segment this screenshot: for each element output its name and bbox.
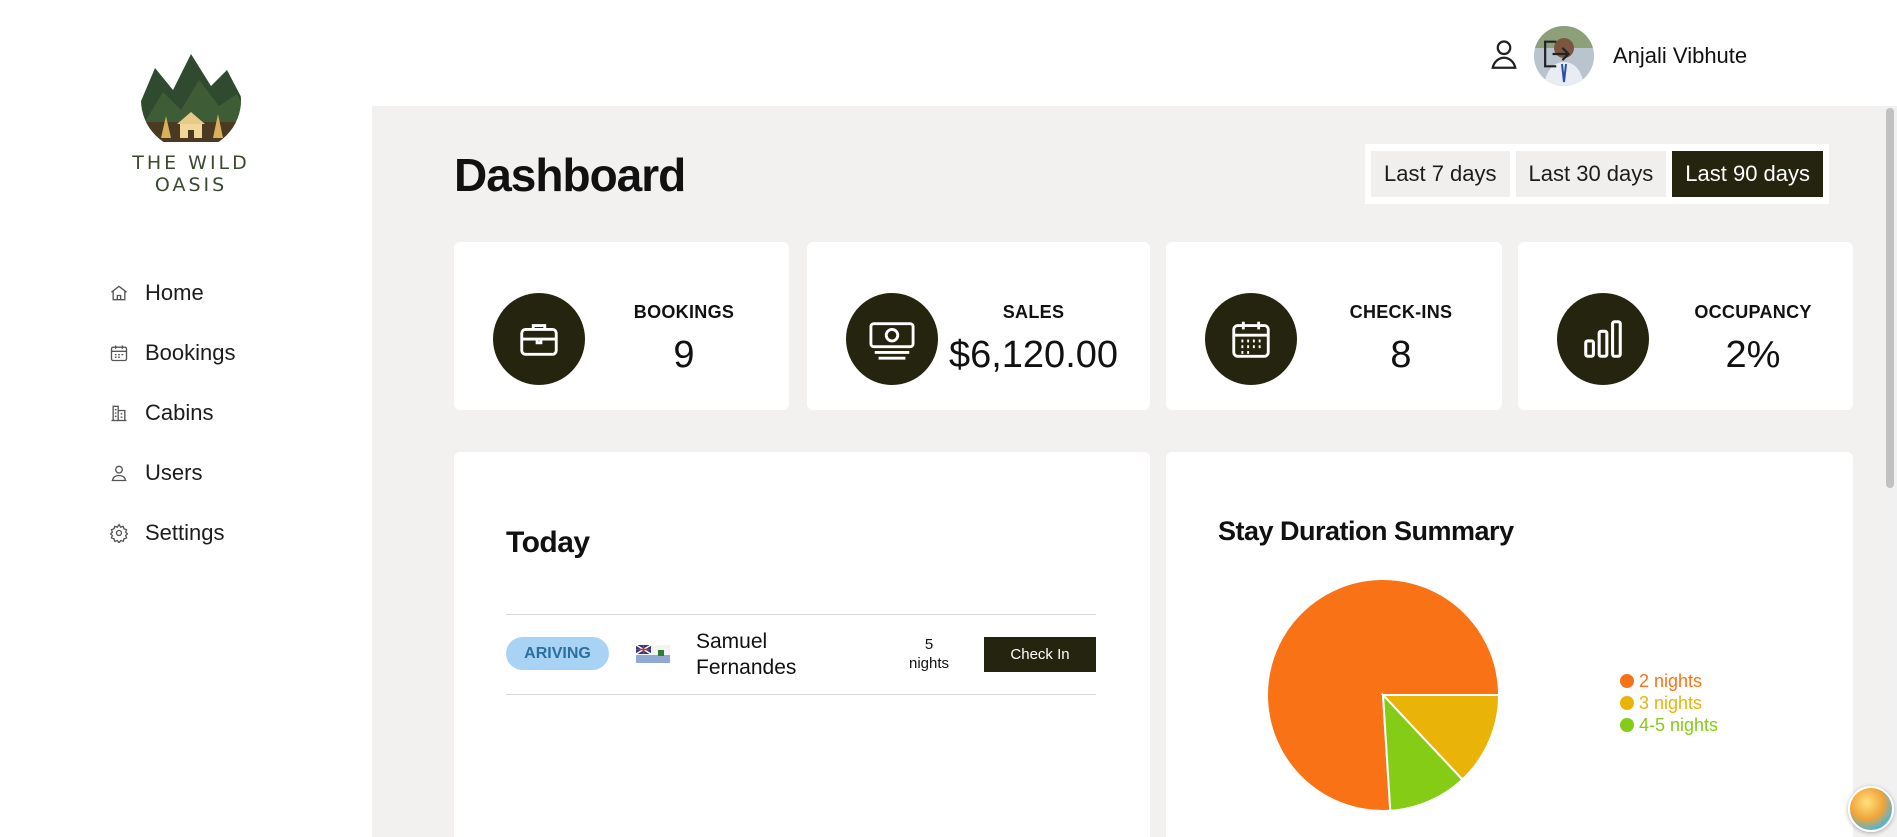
stat-value: 8 [1390,334,1412,376]
legend-item: 2 nights [1620,670,1718,692]
calendar-icon [108,342,130,364]
nights-unit: nights [908,655,950,672]
date-filter: Last 7 days Last 30 days Last 90 days [1365,144,1830,204]
sidebar-item-users[interactable]: Users [108,443,236,503]
sidebar-item-label: Users [145,460,203,485]
gear-icon [108,522,130,544]
stat-sales: SALES $6,120.00 [807,242,1150,410]
chart-bar-icon [1557,293,1649,385]
stay-duration-panel: Stay Duration Summary 2 nights 3 nights 4-… [1166,452,1853,837]
legend-swatch [1620,674,1634,688]
legend-label: 3 nights [1639,692,1703,713]
sidebar-item-label: Cabins [145,400,214,425]
brand-name: THE WILD OASIS [132,152,250,196]
sidebar-item-label: Settings [145,520,225,545]
brand-logo[interactable]: THE WILD OASIS [100,50,282,196]
sidebar-item-label: Bookings [145,340,236,365]
stat-value: 2% [1725,334,1781,376]
user-icon [1491,40,1517,69]
stat-value: $6,120.00 [948,334,1119,376]
nights-count: 5 [924,636,934,653]
sidebar-item-label: Home [145,280,204,305]
guest-name: Samuel Fernandes [696,630,797,679]
filter-last-7-days[interactable]: Last 7 days [1371,151,1510,197]
chart-title: Stay Duration Summary [1218,516,1514,546]
stat-label: SALES [1002,302,1065,322]
page-scrollbar[interactable] [1882,106,1897,837]
chat-assistant-button[interactable] [1848,786,1894,832]
scrollbar-thumb[interactable] [1886,108,1894,488]
filter-last-30-days[interactable]: Last 30 days [1515,151,1667,197]
stat-value: 9 [673,334,695,376]
page-title: Dashboard [454,149,686,201]
stat-label: OCCUPANCY [1694,302,1812,322]
sidebar-nav: Home Bookings Cabins Users Settings [108,263,236,563]
logout-button[interactable] [1538,36,1572,72]
check-in-button[interactable]: Check In [984,637,1096,672]
legend-item: 3 nights [1620,692,1718,714]
sidebar-item-home[interactable]: Home [108,263,236,323]
sidebar: THE WILD OASIS Home Bookings Cabins User… [0,0,372,837]
chart-legend: 2 nights 3 nights 4-5 nights [1620,670,1718,736]
legend-item: 4-5 nights [1620,714,1718,736]
account-button[interactable] [1487,36,1521,72]
legend-swatch [1620,696,1634,710]
calendar-days-icon [1205,293,1297,385]
stat-check-ins: CHECK-INS 8 [1166,242,1502,410]
stat-occupancy: OCCUPANCY 2% [1518,242,1853,410]
sidebar-item-settings[interactable]: Settings [108,503,236,563]
legend-swatch [1620,718,1634,732]
user-icon [108,462,130,484]
mountain-cabin-logo-icon [141,50,241,142]
today-panel: Today ARIVING Samuel Fernandes 5 nights … [454,452,1150,837]
cabin-icon [108,402,130,424]
filter-last-90-days[interactable]: Last 90 days [1672,151,1824,197]
sidebar-item-bookings[interactable]: Bookings [108,323,236,383]
stay-nights: 5 nights [904,635,954,673]
banknotes-icon [846,293,938,385]
today-activity-row: ARIVING Samuel Fernandes 5 nights Check … [506,614,1096,695]
stat-bookings: BOOKINGS 9 [454,242,789,410]
legend-label: 4-5 nights [1639,714,1719,735]
stat-label: BOOKINGS [633,302,735,322]
status-badge: ARIVING [506,637,609,670]
briefcase-icon [493,293,585,385]
stat-label: CHECK-INS [1349,302,1453,322]
logout-icon [1544,40,1571,68]
main-content: Dashboard Last 7 days Last 30 days Last … [372,106,1882,837]
home-icon [108,282,130,304]
user-name: Anjali Vibhute [1613,43,1748,68]
stay-duration-pie-chart [1266,578,1501,812]
today-title: Today [506,526,590,559]
sidebar-item-cabins[interactable]: Cabins [108,383,236,443]
top-header: Anjali Vibhute [372,0,1897,106]
legend-label: 2 nights [1639,670,1703,691]
flag-icon [636,645,670,663]
